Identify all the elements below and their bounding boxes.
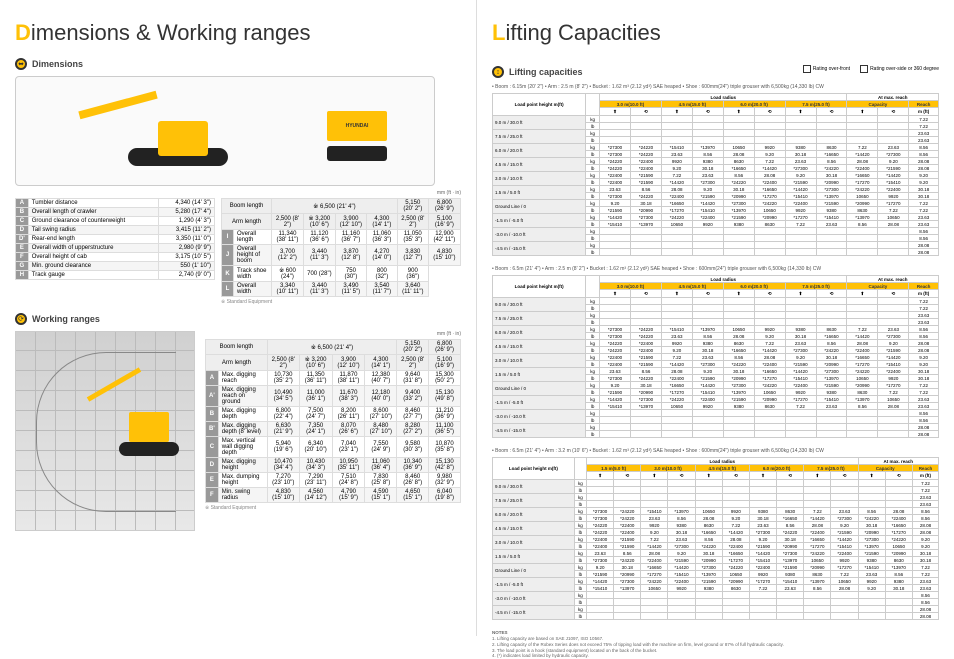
dimensions-table-2: Boom length※ 6,500 (21' 4")5,150 (20' 2"… bbox=[221, 198, 461, 297]
dimensions-icon: ⬌ bbox=[15, 58, 27, 70]
rating-side-icon bbox=[860, 65, 868, 73]
dimensions-illustration bbox=[15, 76, 435, 186]
config-note-3: • Boom : 6.5m (21' 4") • Arm : 3.2 m (10… bbox=[492, 448, 939, 454]
config-note-1: • Boom : 6.15m (20' 2") • Arm : 2.5 m (8… bbox=[492, 84, 939, 90]
lifting-legend: Rating over-front Rating over-side or 36… bbox=[803, 65, 939, 73]
working-ranges-header: ⟳ Working ranges bbox=[15, 313, 461, 325]
unit-label: mm (ft · in) bbox=[15, 190, 461, 196]
config-note-2: • Boom : 6.5m (21' 4") • Arm : 2.5 m (8'… bbox=[492, 266, 939, 272]
working-ranges-icon: ⟳ bbox=[15, 313, 27, 325]
lifting-table-2: Load point height m(ft)Load radiusAt max… bbox=[492, 275, 939, 438]
page-title-right: Lifting Capacities bbox=[492, 20, 939, 46]
notes-block: NOTES 1. Lifting capacity are based on S… bbox=[492, 630, 939, 659]
lifting-header: ↕ Lifting capacities bbox=[492, 66, 583, 78]
rating-front-icon bbox=[803, 65, 811, 73]
dimensions-table: ATumbler distance4,340 (14' 3")BOverall … bbox=[15, 198, 215, 280]
page-title-left: Dimensions & Working ranges bbox=[15, 20, 461, 46]
dimensions-header: ⬌ Dimensions bbox=[15, 58, 461, 70]
lifting-icon: ↕ bbox=[492, 66, 504, 78]
working-range-illustration bbox=[15, 331, 195, 531]
working-ranges-table: Boom length※ 6,500 (21' 4")5,150 (20' 2"… bbox=[205, 339, 461, 503]
lifting-table-1: Load point height m(ft)Load radiusAt max… bbox=[492, 93, 939, 256]
lifting-table-3: Load point height m(ft)Load radiusAt max… bbox=[492, 457, 939, 620]
